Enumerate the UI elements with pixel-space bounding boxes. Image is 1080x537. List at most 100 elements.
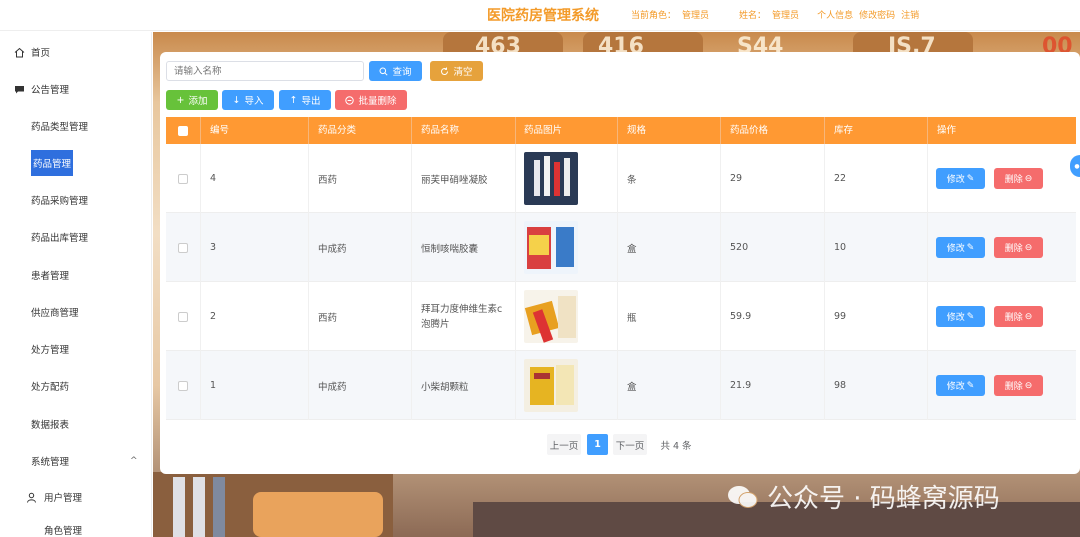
menu-icon <box>14 456 25 467</box>
batch-delete-button[interactable]: 批量删除 <box>335 90 407 110</box>
prev-page-button[interactable]: 上一页 <box>547 434 581 455</box>
row-select-cell <box>166 213 201 282</box>
add-label: 添加 <box>188 96 208 107</box>
cell-stock: 22 <box>825 144 928 213</box>
drug-image <box>524 152 578 205</box>
column-header: 操作 <box>937 125 957 136</box>
drug-image <box>524 359 578 412</box>
cell-actions: 修改 ✎ 删除 ⊖ <box>928 351 1076 420</box>
import-button[interactable]: ↓ 导入 <box>222 90 274 110</box>
table-row: 4 西药 丽芙甲硝唑凝胶 条 29 22 修改 ✎ 删除 ⊖ <box>166 144 1076 213</box>
sidebar-item-drug-purchase[interactable]: 药品采购管理 <box>0 187 152 213</box>
table-row: 3 中成药 恒制咳喘胶囊 盒 520 10 修改 ✎ 删除 ⊖ <box>166 213 1076 282</box>
edit-button[interactable]: 修改 ✎ <box>936 237 985 258</box>
search-label: 查询 <box>392 67 412 78</box>
watermark: 公众号 · 码蜂窝源码 <box>727 478 1000 515</box>
cell-category: 中成药 <box>309 213 412 282</box>
column-header: 药品分类 <box>309 117 412 144</box>
delete-button[interactable]: 删除 ⊖ <box>994 375 1043 396</box>
delete-button[interactable]: 删除 ⊖ <box>994 237 1043 258</box>
row-checkbox[interactable] <box>178 311 188 322</box>
row-select-cell <box>166 282 201 351</box>
edit-button[interactable]: 修改 ✎ <box>936 168 985 189</box>
sidebar-item-users[interactable]: 用户管理 <box>0 484 152 510</box>
chevron-up-icon[interactable]: ^ <box>130 456 138 466</box>
cell-id: 2 <box>201 282 309 351</box>
delete-label: 删除 <box>1004 244 1023 254</box>
drug-image <box>524 290 578 343</box>
sidebar-item-roles[interactable]: 角色管理 <box>0 517 152 537</box>
edit-label: 修改 <box>946 382 965 392</box>
edit-button[interactable]: 修改 ✎ <box>936 306 985 327</box>
add-button[interactable]: + 添加 <box>166 90 218 110</box>
sidebar-item-drugs[interactable]: 药品管理 <box>0 150 152 176</box>
grid-icon <box>14 344 25 355</box>
refresh-icon <box>441 67 449 75</box>
minus-circle-icon <box>345 95 355 105</box>
app-title: 医院药房管理系统 <box>487 8 599 24</box>
clear-button[interactable]: 清空 <box>430 61 483 81</box>
cell-id: 3 <box>201 213 309 282</box>
grid-icon <box>14 419 25 430</box>
sidebar-item-home[interactable]: 首页 <box>0 39 152 65</box>
drug-image <box>524 221 578 274</box>
plus-icon: + <box>176 94 185 106</box>
header-nav: 当前角色： 管理员 姓名： 管理员 个人信息 修改密码 注销 <box>631 8 919 21</box>
header-select-cell <box>166 117 201 144</box>
cell-stock: 98 <box>825 351 928 420</box>
page-1-button[interactable]: 1 <box>587 434 608 455</box>
logout-link[interactable]: 注销 <box>901 8 919 21</box>
cell-image <box>516 282 618 351</box>
delete-button[interactable]: 删除 ⊖ <box>994 168 1043 189</box>
cell-name: 恒制咳喘胶囊 <box>412 213 516 282</box>
cell-unit: 瓶 <box>618 282 721 351</box>
change-password-link[interactable]: 修改密码 <box>859 8 895 21</box>
sidebar-item-label: 药品采购管理 <box>31 196 89 207</box>
cell-stock: 10 <box>825 213 928 282</box>
export-button[interactable]: ↑ 导出 <box>279 90 331 110</box>
cell-unit: 盒 <box>618 213 721 282</box>
sidebar-item-dispensing[interactable]: 处方配药 <box>0 373 152 399</box>
next-page-button[interactable]: 下一页 <box>613 434 647 455</box>
arrow-up-icon: ↑ <box>289 94 298 106</box>
cell-category: 西药 <box>309 144 412 213</box>
sidebar-item-patients[interactable]: 患者管理 <box>0 262 152 288</box>
delete-label: 删除 <box>1004 313 1023 323</box>
sidebar-item-label: 处方配药 <box>31 382 70 393</box>
edit-button[interactable]: 修改 ✎ <box>936 375 985 396</box>
cell-price: 29 <box>721 144 825 213</box>
total-count: 共 4 条 <box>660 440 692 452</box>
sidebar-item-announcements[interactable]: 公告管理 <box>0 76 152 102</box>
profile-link[interactable]: 个人信息 <box>817 8 853 21</box>
row-checkbox[interactable] <box>178 173 188 184</box>
sidebar-item-label: 处方管理 <box>31 345 70 356</box>
sidebar-item-reports[interactable]: 数据报表 <box>0 411 152 437</box>
import-label: 导入 <box>244 96 264 107</box>
grid-icon <box>14 307 25 318</box>
cell-price: 21.9 <box>721 351 825 420</box>
select-all-checkbox[interactable] <box>178 125 188 136</box>
sidebar-item-label: 用户管理 <box>44 493 83 504</box>
search-input[interactable] <box>166 61 364 81</box>
cell-name: 小柴胡颗粒 <box>412 351 516 420</box>
cell-id: 1 <box>201 351 309 420</box>
name-value: 管理员 <box>772 11 800 21</box>
sidebar-item-label: 角色管理 <box>44 526 83 537</box>
sidebar-item-prescriptions[interactable]: 处方管理 <box>0 336 152 362</box>
row-checkbox[interactable] <box>178 380 188 391</box>
delete-label: 删除 <box>1004 175 1023 185</box>
search-button[interactable]: 查询 <box>369 61 422 81</box>
delete-button[interactable]: 删除 ⊖ <box>994 306 1043 327</box>
cell-actions: 修改 ✎ 删除 ⊖ <box>928 144 1076 213</box>
row-checkbox[interactable] <box>178 242 188 253</box>
cell-price: 59.9 <box>721 282 825 351</box>
table-row: 1 中成药 小柴胡颗粒 盒 21.9 98 修改 ✎ 删除 ⊖ <box>166 351 1076 420</box>
sidebar-item-label: 数据报表 <box>31 420 70 431</box>
sidebar-item-system[interactable]: 系统管理 ^ <box>0 448 152 474</box>
sidebar-item-suppliers[interactable]: 供应商管理 <box>0 299 152 325</box>
sidebar-item-drug-outbound[interactable]: 药品出库管理 <box>0 224 152 250</box>
chat-icon <box>14 84 25 95</box>
minus-circle-icon: ⊖ <box>1024 311 1033 322</box>
sidebar-item-drug-types[interactable]: 药品类型管理 <box>0 113 152 139</box>
home-icon <box>14 47 25 58</box>
